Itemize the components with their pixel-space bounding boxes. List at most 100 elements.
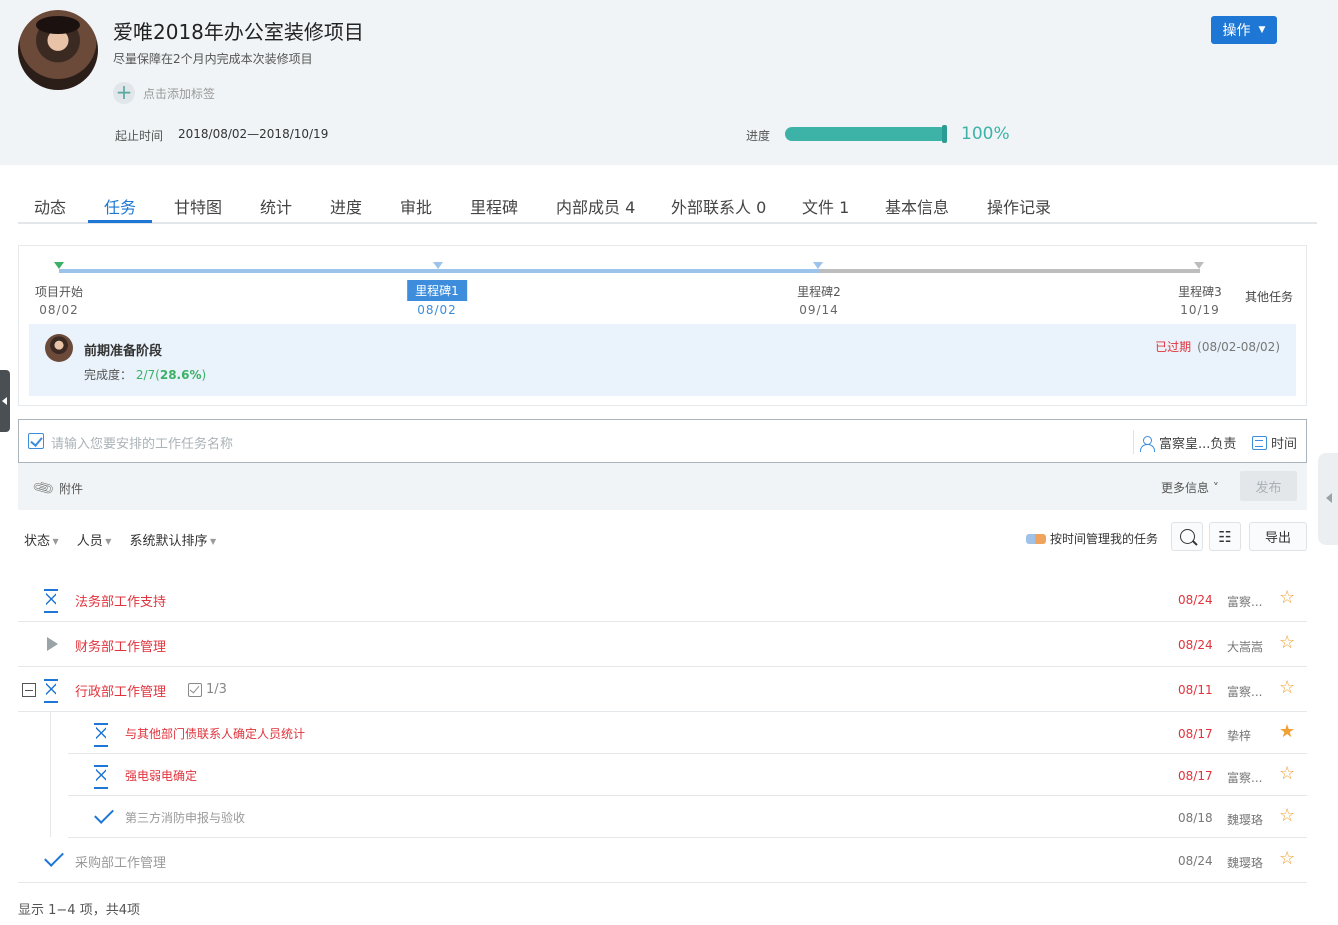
pagination-summary: 显示 1−4 项，共4项 xyxy=(18,903,140,918)
time-manage-label: 按时间管理我的任务 xyxy=(1050,532,1159,546)
search-button[interactable] xyxy=(1171,522,1203,551)
action-button[interactable]: 操作 ▼ xyxy=(1211,16,1277,44)
task-name[interactable]: 财务部工作管理 xyxy=(75,636,166,655)
task-date: 08/24 xyxy=(1178,854,1213,868)
hourglass-icon[interactable] xyxy=(92,765,110,789)
phase-card[interactable]: 前期准备阶段 完成度： 2/7(28.6%) 已过期 (08/02-08/02) xyxy=(29,324,1296,396)
avatar xyxy=(45,334,73,362)
hourglass-icon[interactable] xyxy=(42,679,60,703)
time-manage-link[interactable]: 按时间管理我的任务 xyxy=(1026,530,1158,547)
star-icon[interactable]: ☆ xyxy=(1279,587,1295,608)
task-date: 08/18 xyxy=(1178,811,1213,825)
subtask-name[interactable]: 第三方消防申报与验收 xyxy=(125,809,245,826)
check-icon[interactable] xyxy=(94,804,114,824)
publish-button[interactable]: 发布 xyxy=(1240,471,1297,501)
tab-gantt[interactable]: 甘特图 xyxy=(174,194,222,218)
tab-progress[interactable]: 进度 xyxy=(330,194,362,218)
add-tag-button[interactable]: + 点击添加标签 xyxy=(113,82,215,104)
tab-milestones[interactable]: 里程碑 xyxy=(470,194,518,218)
member-filter[interactable]: 人员 xyxy=(77,530,112,549)
project-title: 爱唯2018年办公室装修项目 xyxy=(113,20,364,44)
sort-filter[interactable]: 系统默认排序 xyxy=(129,530,216,549)
right-collapse-handle[interactable] xyxy=(1318,453,1338,545)
task-row[interactable]: 行政部工作管理 1/3 08/11 富察... ☆ xyxy=(18,667,1307,712)
tab-members[interactable]: 内部成员 4 xyxy=(556,194,635,218)
hourglass-icon[interactable] xyxy=(92,723,110,747)
batch-edit-button[interactable]: ☷ xyxy=(1209,522,1241,551)
milestone-name-selected[interactable]: 里程碑1 xyxy=(407,280,467,301)
project-header: 爱唯2018年办公室装修项目 尽量保障在2个月内完成本次装修项目 + 点击添加标… xyxy=(0,0,1338,165)
task-check-icon xyxy=(28,433,44,449)
completion-percent: 28.6% xyxy=(159,368,202,382)
task-owner: 富察... xyxy=(1227,595,1263,609)
task-owner: 魏璎珞 xyxy=(1227,856,1264,870)
completion-label: 完成度： xyxy=(84,368,133,382)
checkbox-icon xyxy=(188,682,202,697)
status-filter[interactable]: 状态 xyxy=(24,530,59,549)
tab-basic-info[interactable]: 基本信息 xyxy=(885,194,949,218)
subtask-row[interactable]: 与其他部门债联系人确定人员统计 08/17 挚梓 ★ xyxy=(68,712,1307,754)
tab-stats[interactable]: 统计 xyxy=(260,194,292,218)
collapse-icon[interactable] xyxy=(22,683,36,697)
play-icon[interactable] xyxy=(47,637,58,651)
tab-contacts[interactable]: 外部联系人 0 xyxy=(671,194,766,218)
attachment-button[interactable]: 📎︎ 附件 xyxy=(31,475,83,500)
left-collapse-handle[interactable] xyxy=(0,370,10,432)
tab-activity[interactable]: 动态 xyxy=(34,194,66,218)
time-picker-label: 时间 xyxy=(1271,437,1298,452)
tab-tasks[interactable]: 任务 xyxy=(104,194,136,218)
star-filled-icon[interactable]: ★ xyxy=(1279,721,1295,742)
star-icon[interactable]: ☆ xyxy=(1279,677,1295,698)
task-name-input[interactable]: 请输入您要安排的工作任务名称 xyxy=(51,433,233,452)
star-icon[interactable]: ☆ xyxy=(1279,632,1295,653)
task-name[interactable]: 法务部工作支持 xyxy=(75,591,166,610)
milestone-name[interactable]: 项目开始 xyxy=(35,283,83,300)
tab-op-log[interactable]: 操作记录 xyxy=(987,194,1051,218)
divider xyxy=(1133,430,1134,454)
tab-approval[interactable]: 审批 xyxy=(400,194,432,218)
export-button[interactable]: 导出 xyxy=(1249,522,1307,551)
hourglass-icon[interactable] xyxy=(42,589,60,613)
task-input-box[interactable]: 请输入您要安排的工作任务名称 富察皇...负责 时间 xyxy=(18,419,1307,463)
milestone-marker-3[interactable] xyxy=(1194,262,1204,269)
time-picker[interactable]: 时间 xyxy=(1252,433,1297,452)
star-icon[interactable]: ☆ xyxy=(1279,848,1295,869)
subtask-row[interactable]: 第三方消防申报与验收 08/18 魏璎珞 ☆ xyxy=(68,796,1307,838)
star-icon[interactable]: ☆ xyxy=(1279,763,1295,784)
star-icon[interactable]: ☆ xyxy=(1279,805,1295,826)
task-owner: 富察... xyxy=(1227,771,1263,785)
completion-ratio: 2/7( xyxy=(135,368,160,382)
progress-handle[interactable] xyxy=(942,125,947,143)
phase-title: 前期准备阶段 xyxy=(84,344,163,359)
subtask-name[interactable]: 强电弱电确定 xyxy=(125,767,197,784)
other-tasks-link[interactable]: 其他任务 xyxy=(1245,288,1293,305)
milestone-marker-2[interactable] xyxy=(813,262,823,269)
task-date: 08/24 xyxy=(1178,638,1213,652)
overdue-badge: 已过期 xyxy=(1155,340,1192,354)
subtask-count-value: 1/3 xyxy=(206,682,227,697)
task-date: 08/17 xyxy=(1178,769,1213,783)
person-icon xyxy=(1139,435,1155,452)
milestone-name[interactable]: 里程碑3 xyxy=(1178,283,1222,300)
milestone-marker-1[interactable] xyxy=(433,262,443,269)
milestone-track-done-2 xyxy=(439,269,819,273)
paperclip-icon: 📎︎ xyxy=(30,475,57,501)
task-row[interactable]: 财务部工作管理 08/24 大嵩嵩 ☆ xyxy=(18,622,1307,667)
search-icon xyxy=(1179,529,1195,544)
subtask-row[interactable]: 强电弱电确定 08/17 富察... ☆ xyxy=(68,754,1307,796)
more-info-dropdown[interactable]: 更多信息 ˅ xyxy=(1161,479,1219,496)
owner-picker[interactable]: 富察皇...负责 xyxy=(1139,433,1236,452)
task-name[interactable]: 行政部工作管理 xyxy=(75,681,166,700)
task-row[interactable]: 法务部工作支持 08/24 富察... ☆ xyxy=(18,577,1307,622)
task-owner: 挚梓 xyxy=(1227,729,1252,743)
task-name[interactable]: 采购部工作管理 xyxy=(75,852,166,871)
subtask-name[interactable]: 与其他部门债联系人确定人员统计 xyxy=(125,725,305,742)
phase-completion: 完成度： 2/7(28.6%) xyxy=(84,366,206,383)
milestone-name[interactable]: 里程碑2 xyxy=(797,283,841,300)
completion-close: ) xyxy=(201,368,207,382)
task-row[interactable]: 采购部工作管理 08/24 魏璎珞 ☆ xyxy=(18,838,1307,883)
check-icon[interactable] xyxy=(44,847,64,867)
checklist-icon: ☷ xyxy=(1218,527,1232,546)
milestone-marker-start[interactable] xyxy=(54,262,64,269)
tab-files[interactable]: 文件 1 xyxy=(802,194,849,218)
